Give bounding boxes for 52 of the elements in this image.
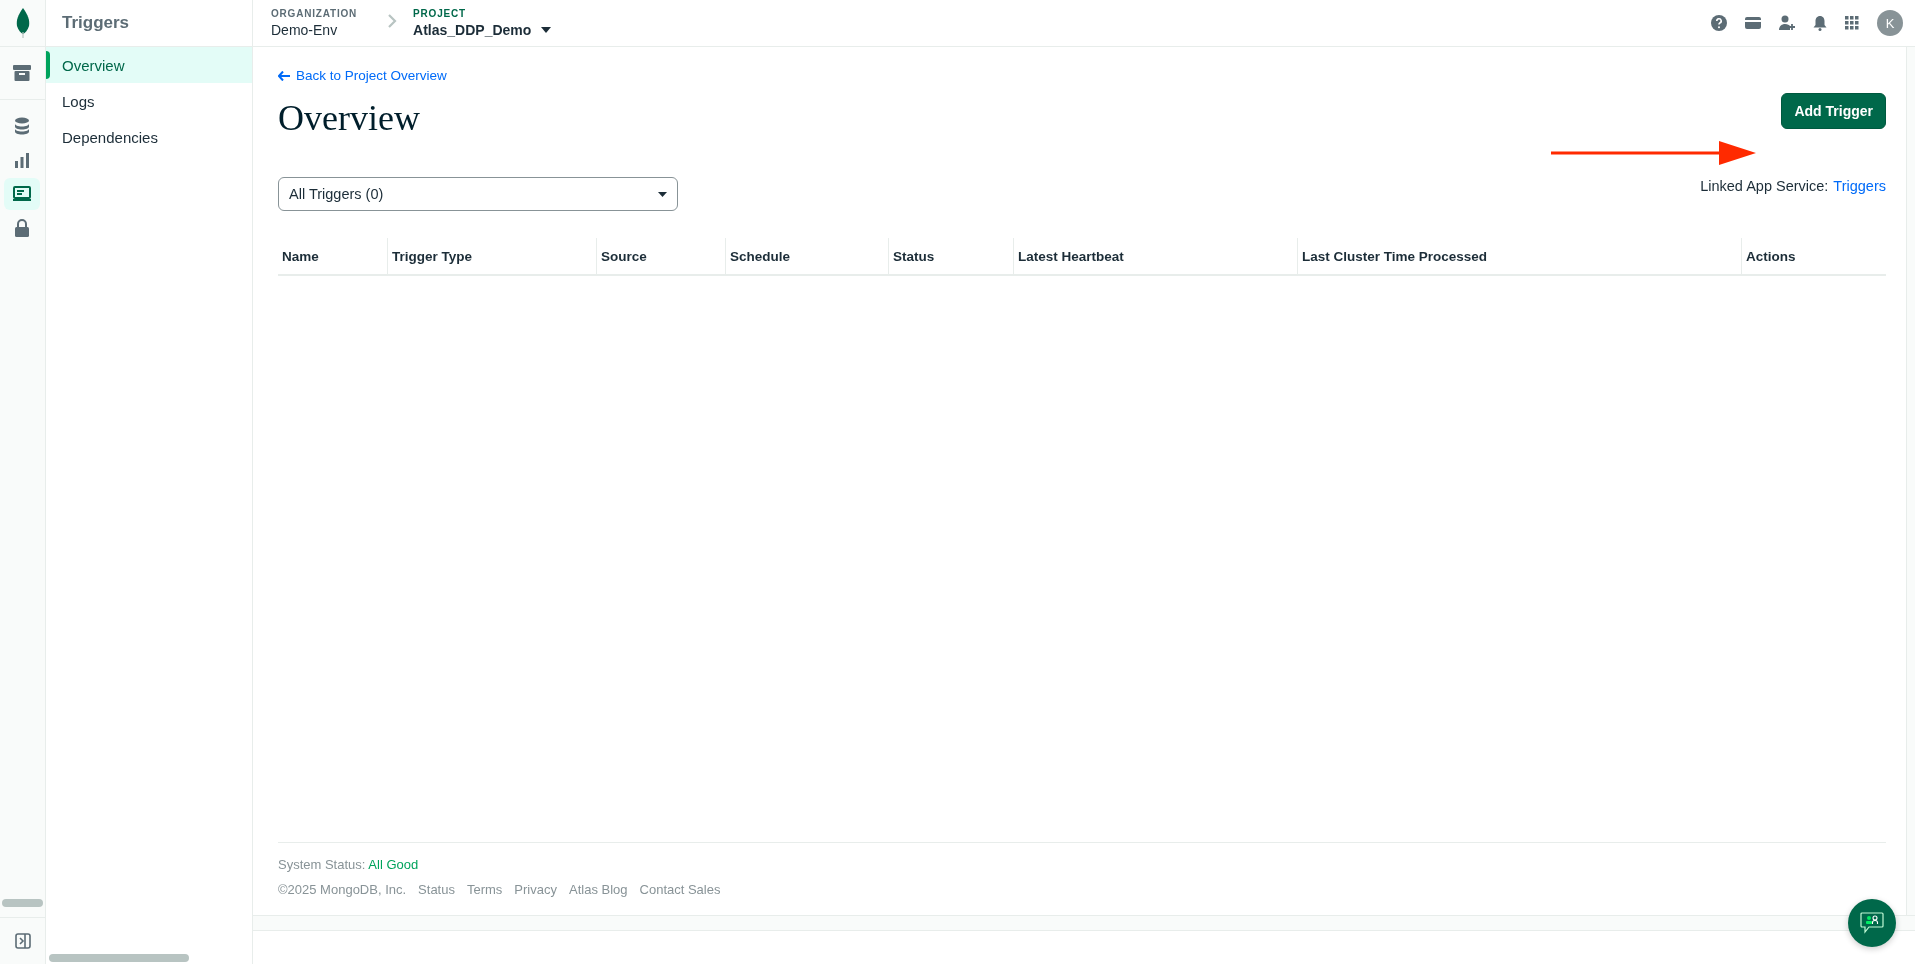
sidebar-item[interactable]: Overview (46, 47, 252, 83)
chevron-right-icon (387, 13, 398, 29)
caret-down-icon[interactable] (541, 27, 552, 33)
footer-link[interactable]: Atlas Blog (569, 882, 628, 897)
sidebar-item[interactable]: Logs (46, 83, 252, 119)
app-grid-icon[interactable] (1845, 16, 1859, 30)
footer-link[interactable]: Privacy (514, 882, 557, 897)
column-header: Schedule (729, 247, 791, 266)
footer-link[interactable]: Contact Sales (639, 882, 721, 897)
add-trigger-button[interactable]: Add Trigger (1781, 93, 1886, 129)
column-header: Latest Heartbeat (1017, 247, 1124, 266)
column-header: Trigger Type (391, 247, 473, 266)
project-label: PROJECT (413, 8, 467, 19)
bar-chart-icon[interactable] (14, 152, 30, 168)
caret-down-icon (658, 191, 667, 197)
help-icon[interactable] (1711, 15, 1727, 31)
chat-button[interactable] (1848, 899, 1896, 947)
database-icon[interactable] (14, 117, 30, 135)
page-title: Overview (278, 97, 420, 139)
monitor-icon[interactable] (13, 186, 31, 202)
collapse-sidebar-icon[interactable] (14, 933, 31, 949)
footer-link[interactable]: Status (418, 882, 455, 897)
bell-icon[interactable] (1813, 15, 1827, 31)
credit-card-icon[interactable] (1745, 17, 1761, 29)
trigger-filter-dropdown[interactable]: All Triggers (0) (278, 177, 678, 211)
column-header: Source (600, 247, 647, 266)
rail-nav-item[interactable] (4, 178, 40, 210)
linked-service-label: Linked App Service: (1700, 178, 1829, 194)
system-status-value: All Good (368, 857, 419, 872)
back-link[interactable]: Back to Project Overview (278, 68, 447, 83)
footer-link[interactable]: Terms (466, 882, 503, 897)
copyright-text: ©2025 MongoDB, Inc. (278, 882, 407, 897)
organization-label: ORGANIZATION (271, 8, 358, 19)
triggers-link[interactable]: Triggers (1833, 178, 1886, 194)
sidebar-title: Triggers (62, 13, 130, 33)
project-selector[interactable]: Atlas_DDP_Demo (413, 22, 532, 38)
leaf-logo-icon (15, 8, 30, 38)
padlock-icon[interactable] (15, 219, 29, 237)
archive-box-icon[interactable] (13, 65, 31, 81)
person-add-icon[interactable] (1779, 15, 1795, 31)
sidebar-item[interactable]: Dependencies (46, 119, 252, 155)
scrollbar[interactable] (49, 954, 189, 962)
system-status-label: System Status: (278, 857, 366, 872)
column-header: Actions (1745, 247, 1796, 266)
organization-name[interactable]: Demo-Env (271, 22, 358, 38)
arrow-left-icon (278, 70, 290, 81)
chat-people-icon (1860, 912, 1884, 934)
column-header: Last Cluster Time Processed (1301, 247, 1488, 266)
scrollbar[interactable] (2, 899, 43, 907)
user-avatar[interactable]: K (1877, 10, 1903, 36)
column-header: Status (892, 247, 935, 266)
column-header: Name (281, 247, 319, 266)
